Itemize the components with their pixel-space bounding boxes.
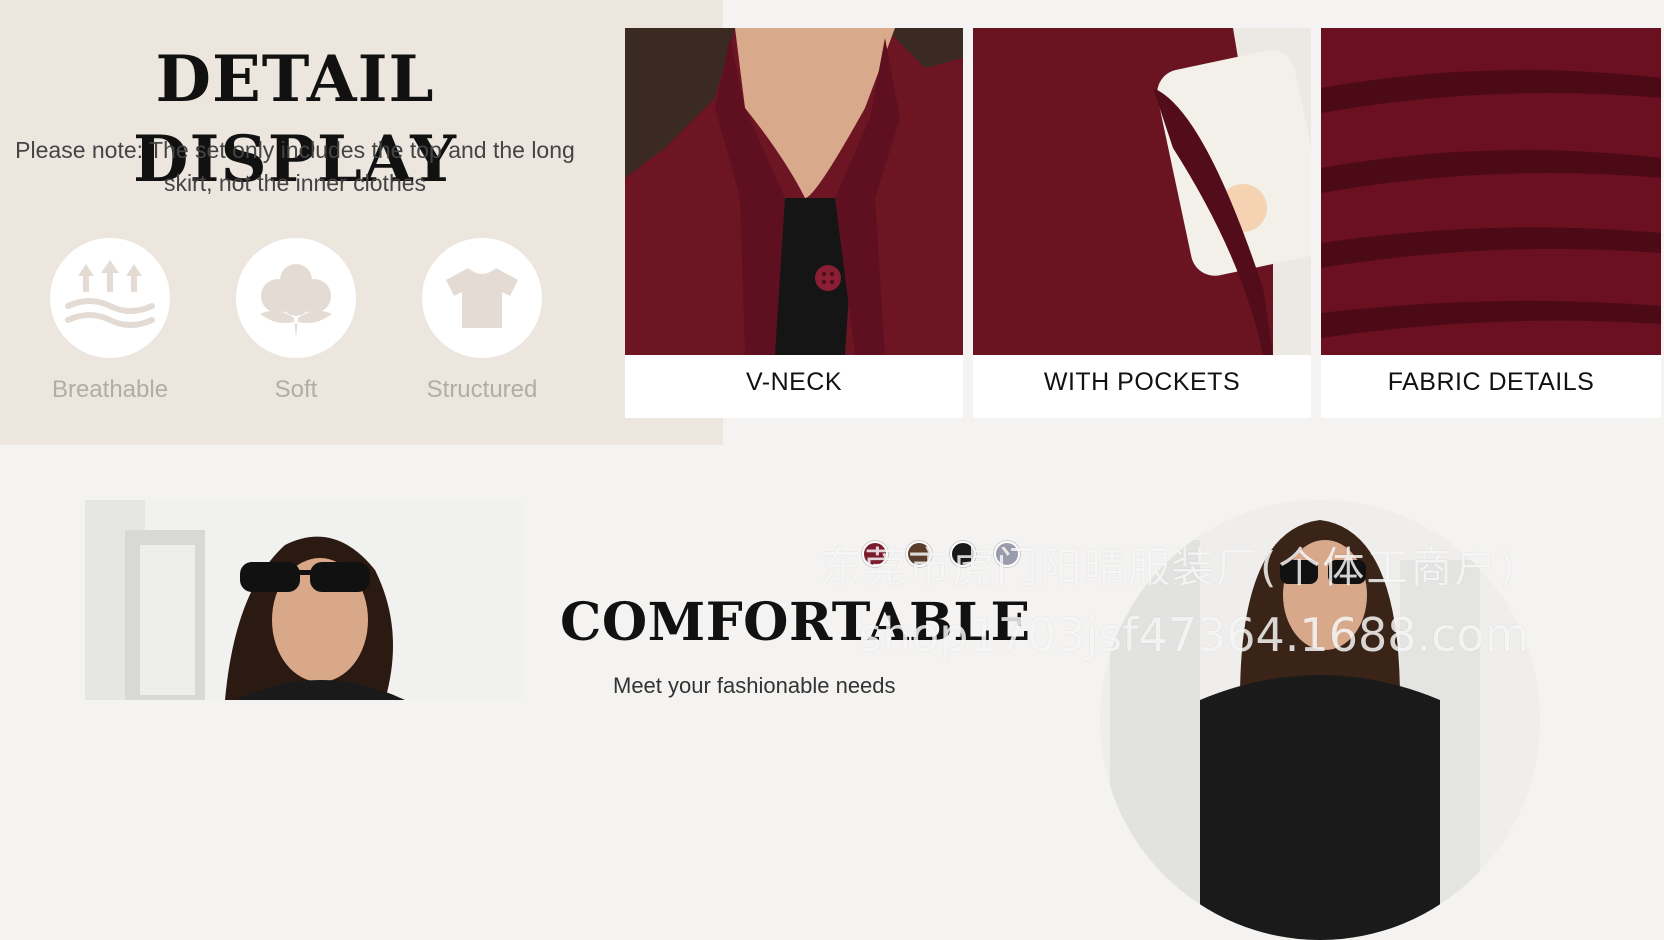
detail-display-panel: DETAIL DISPLAY Please note: The set only…: [0, 0, 723, 445]
tile-caption: FABRIC DETAILS: [1387, 368, 1595, 396]
tile-caption: WITH POCKETS: [1043, 368, 1241, 396]
tile-with-pockets: WITH POCKETS: [973, 28, 1311, 418]
tshirt-icon: [422, 238, 542, 358]
pockets-photo: [973, 28, 1311, 355]
set-note: Please note: The set only includes the t…: [15, 137, 575, 196]
feature-structured: Structured: [422, 238, 542, 404]
feature-soft: Soft: [236, 238, 356, 404]
watermark-shop-url: shop1703jsf47364.1688.com: [858, 608, 1530, 662]
fabric-photo: [1321, 28, 1661, 355]
model-photo-left: [85, 500, 522, 700]
comfortable-subtitle: Meet your fashionable needs: [613, 673, 896, 698]
breathable-icon: [50, 238, 170, 358]
feature-breathable: Breathable: [50, 238, 170, 404]
feature-label: Structured: [426, 376, 538, 403]
tile-v-neck: V-NECK: [625, 28, 963, 418]
tile-caption: V-NECK: [745, 368, 843, 396]
watermark-shop-name: 东莞市虎门阳晴服装厂(个体工商户): [820, 543, 1517, 592]
tile-fabric-details: FABRIC DETAILS: [1321, 28, 1661, 418]
v-neck-photo: [625, 28, 963, 355]
feature-label: Soft: [274, 376, 318, 403]
cotton-flower-icon: [236, 238, 356, 358]
feature-label: Breathable: [51, 376, 169, 403]
